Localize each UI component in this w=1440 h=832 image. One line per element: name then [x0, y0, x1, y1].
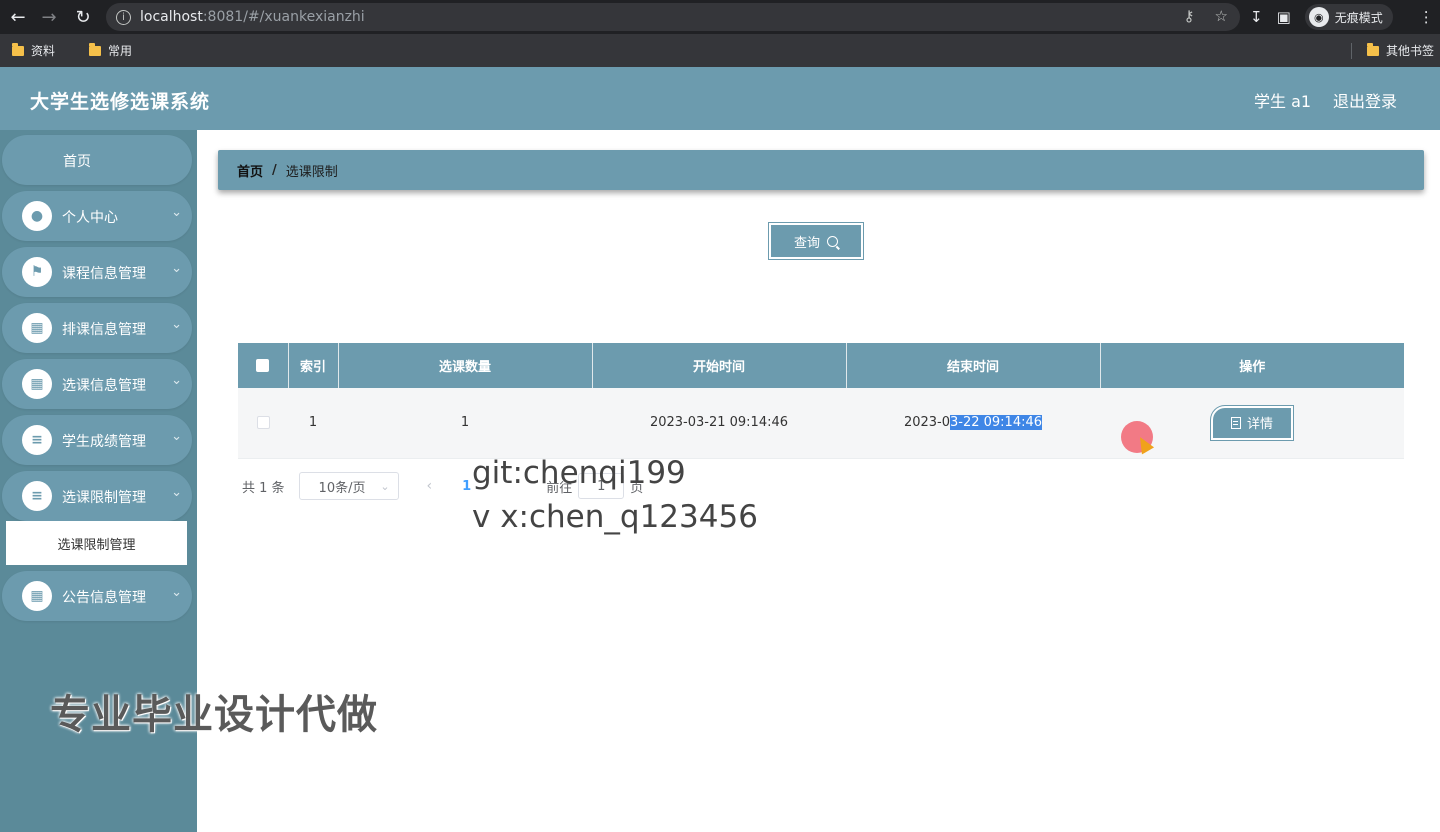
- bookmark-folder-ziliao[interactable]: 资料: [12, 42, 55, 59]
- url-path: :8081/#/xuankexianzhi: [202, 9, 365, 25]
- sliders-icon: ≡: [22, 481, 52, 511]
- header-index: 索引: [288, 343, 339, 388]
- current-user: 学生 a1: [1254, 92, 1312, 111]
- breadcrumb-current: 选课限制: [285, 164, 338, 180]
- bookmark-label: 常用: [108, 44, 133, 58]
- chevron-down-icon: ⌄: [171, 429, 182, 444]
- overlay-wx-text: v x:chen_q123456: [472, 499, 758, 535]
- reload-icon[interactable]: ↻: [68, 2, 98, 32]
- folder-icon: [12, 42, 24, 56]
- submenu-item-selection-limit[interactable]: 选课限制管理: [6, 521, 187, 565]
- back-icon[interactable]: ←: [3, 2, 33, 32]
- sidebar-item-selection-info[interactable]: ▦ 选课信息管理 ⌄: [2, 359, 192, 409]
- address-bar[interactable]: i localhost:8081/#/xuankexianzhi ⚷ ☆: [106, 3, 1240, 31]
- chevron-down-icon: ⌄: [171, 585, 182, 600]
- sidepanel-icon[interactable]: ▣: [1277, 8, 1291, 26]
- browser-toolbar: ← → ↻ i localhost:8081/#/xuankexianzhi ⚷…: [0, 0, 1440, 34]
- incognito-badge[interactable]: ◉ 无痕模式: [1304, 4, 1393, 30]
- other-bookmarks[interactable]: 其他书签: [1350, 34, 1434, 67]
- grid-icon: ▦: [22, 369, 52, 399]
- site-info-icon[interactable]: i: [116, 9, 131, 25]
- incognito-label: 无痕模式: [1334, 10, 1383, 25]
- url-host: localhost: [140, 9, 203, 25]
- chevron-down-icon: ⌄: [171, 205, 182, 220]
- breadcrumb-home[interactable]: 首页: [237, 161, 263, 180]
- bookmarks-bar: 资料 常用 其他书签: [0, 34, 1440, 67]
- sidebar-item-home[interactable]: 首页: [2, 135, 192, 185]
- sidebar-item-grades[interactable]: ≡ 学生成绩管理 ⌄: [2, 415, 192, 465]
- sidebar-item-label: 排课信息管理: [62, 322, 146, 338]
- sidebar-item-selection-limit[interactable]: ≡ 选课限制管理 ⌄: [2, 471, 192, 521]
- chevron-down-icon: ⌄: [171, 485, 182, 500]
- logout-link[interactable]: 退出登录: [1333, 88, 1397, 112]
- breadcrumb-separator: /: [272, 162, 277, 178]
- page-size-select[interactable]: 10条/页 ⌄: [298, 472, 399, 500]
- header-start-time: 开始时间: [592, 343, 847, 388]
- table-header-row: 索引 选课数量 开始时间 结束时间 操作: [238, 343, 1404, 388]
- detail-button[interactable]: 详情: [1210, 404, 1294, 441]
- chevron-down-icon: ⌄: [171, 261, 182, 276]
- header-count: 选课数量: [338, 343, 593, 388]
- sidebar-item-label: 选课限制管理: [62, 490, 146, 506]
- search-icon: [827, 235, 838, 247]
- list-icon: ≡: [22, 425, 52, 455]
- page-size-value: 10条/页: [318, 480, 366, 496]
- header-end-time: 结束时间: [846, 343, 1101, 388]
- flag-icon: ⚑: [22, 257, 52, 287]
- bookmark-folder-changyong[interactable]: 常用: [89, 42, 132, 59]
- grid-icon: ▦: [22, 313, 52, 343]
- query-button-label: 查询: [793, 235, 820, 251]
- chevron-down-icon: ⌄: [380, 479, 390, 493]
- kebab-menu-icon[interactable]: ⋮: [1419, 8, 1434, 26]
- sidebar-item-course-info[interactable]: ⚑ 课程信息管理 ⌄: [2, 247, 192, 297]
- sidebar-item-label: 选课信息管理: [62, 378, 146, 394]
- select-all-cell: [238, 343, 289, 388]
- sidebar-item-schedule[interactable]: ▦ 排课信息管理 ⌄: [2, 303, 192, 353]
- incognito-icon: ◉: [1308, 7, 1329, 27]
- folder-icon: [89, 42, 102, 56]
- cell-count: 1: [338, 388, 592, 459]
- detail-button-label: 详情: [1246, 417, 1273, 433]
- sidebar-item-label: 学生成绩管理: [62, 434, 146, 450]
- select-all-checkbox[interactable]: [256, 359, 270, 372]
- other-bookmarks-label: 其他书签: [1385, 44, 1434, 58]
- sidebar-item-label: 个人中心: [62, 210, 118, 226]
- overlay-git-text: git:chenqi199: [472, 455, 686, 491]
- overlay-ad-text: 专业毕业设计代做: [50, 692, 378, 738]
- row-select-cell: [238, 388, 288, 459]
- folder-icon: [1366, 42, 1379, 56]
- star-icon[interactable]: ☆: [1215, 7, 1228, 25]
- sidebar-item-announcements[interactable]: ▦ 公告信息管理 ⌄: [2, 571, 192, 621]
- pagination-total: 共 1 条: [242, 480, 285, 496]
- grid-icon: ▦: [22, 581, 52, 611]
- document-icon: [1230, 416, 1241, 429]
- chevron-down-icon: ⌄: [171, 373, 182, 388]
- page-number-current[interactable]: 1: [462, 479, 471, 494]
- table-row: 1 1 2023-03-21 09:14:46 2023-03-22 09:14…: [238, 388, 1404, 459]
- user-icon: ●: [22, 201, 52, 231]
- chevron-down-icon: ⌄: [171, 317, 182, 332]
- query-button[interactable]: 查询: [768, 222, 864, 260]
- bookmark-divider: [1350, 42, 1352, 59]
- sidebar-item-label: 公告信息管理: [62, 590, 146, 606]
- end-time-text: 2023-0: [903, 415, 950, 431]
- cell-index: 1: [288, 388, 338, 459]
- sidebar-item-personal-center[interactable]: ● 个人中心 ⌄: [2, 191, 192, 241]
- breadcrumb: 首页 / 选课限制: [218, 150, 1424, 190]
- sidebar-item-label: 首页: [63, 154, 91, 170]
- forward-icon[interactable]: →: [34, 2, 64, 32]
- key-icon[interactable]: ⚷: [1184, 7, 1195, 25]
- prev-page-icon[interactable]: ‹: [427, 478, 433, 494]
- sidebar-item-label: 课程信息管理: [62, 266, 146, 282]
- app-header: 大学生选修选课系统 学生 a1 退出登录: [0, 67, 1440, 130]
- header-actions: 操作: [1100, 343, 1404, 388]
- cell-end-time: 2023-03-22 09:14:46: [846, 388, 1100, 459]
- data-table: 索引 选课数量 开始时间 结束时间 操作 1 1 2023-03-21 09:1…: [238, 343, 1404, 459]
- end-time-selected-text: 3-22 09:14:46: [950, 415, 1043, 431]
- row-checkbox[interactable]: [256, 416, 270, 430]
- app-title: 大学生选修选课系统: [30, 91, 211, 113]
- download-icon[interactable]: ↧: [1250, 8, 1263, 26]
- cell-start-time: 2023-03-21 09:14:46: [592, 388, 846, 459]
- bookmark-label: 资料: [31, 44, 56, 58]
